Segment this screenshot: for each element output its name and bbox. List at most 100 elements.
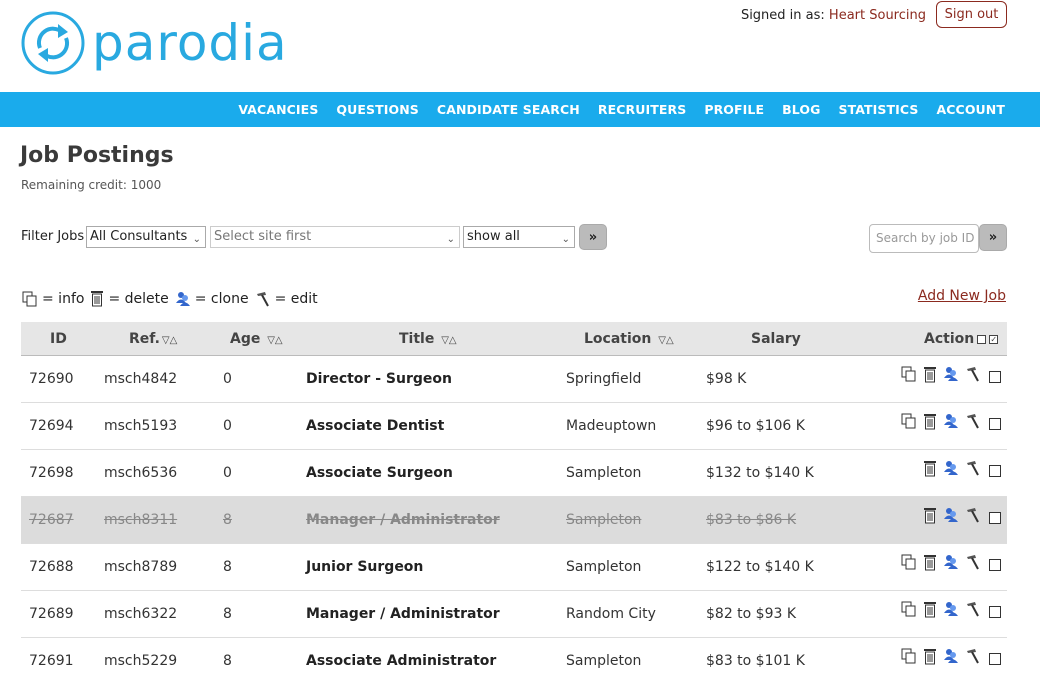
col-age-header[interactable]: Age ▽△ (230, 331, 283, 347)
job-title[interactable]: Associate Dentist (306, 418, 444, 434)
hammer-icon[interactable] (965, 460, 981, 476)
clone-icon[interactable] (943, 460, 959, 476)
hammer-icon[interactable] (965, 648, 981, 664)
job-id: 72690 (29, 371, 74, 387)
add-new-job-link[interactable]: Add New Job (918, 288, 1006, 304)
row-select-checkbox[interactable] (989, 606, 1001, 618)
row-select-checkbox[interactable] (989, 512, 1001, 524)
clone-icon[interactable] (943, 366, 959, 382)
row-select-checkbox[interactable] (989, 418, 1001, 430)
trash-icon[interactable] (923, 601, 937, 618)
job-salary: $132 to $140 K (706, 465, 814, 481)
sort-icon[interactable]: ▽△ (162, 335, 177, 346)
select-all-checkbox[interactable]: ✓ (989, 334, 999, 344)
job-id: 72689 (29, 606, 74, 622)
job-ref: msch5193 (104, 418, 178, 434)
hammer-icon[interactable] (965, 507, 981, 523)
info-icon[interactable] (901, 366, 917, 382)
col-ref-header[interactable]: Ref. ▽△ (129, 331, 177, 347)
site-select-value: Select site first (214, 229, 312, 244)
table-row: 72688 msch8789 8 Junior Surgeon Sampleto… (21, 544, 1007, 591)
info-icon[interactable] (901, 554, 917, 570)
deselect-all-checkbox[interactable] (977, 334, 987, 344)
job-title[interactable]: Junior Surgeon (306, 559, 423, 575)
row-actions (895, 459, 1001, 477)
job-ref: msch5229 (104, 653, 178, 669)
nav-recruiters[interactable]: RECRUITERS (598, 102, 686, 117)
row-select-checkbox[interactable] (989, 559, 1001, 571)
job-salary: $98 K (706, 371, 747, 387)
nav-blog[interactable]: BLOG (782, 102, 820, 117)
col-title-header[interactable]: Title ▽△ (399, 331, 457, 347)
page-title: Job Postings (20, 143, 174, 168)
job-location: Madeuptown (566, 418, 657, 434)
nav-vacancies[interactable]: VACANCIES (238, 102, 318, 117)
info-icon[interactable] (901, 601, 917, 617)
trash-icon[interactable] (923, 507, 937, 524)
main-nav: VACANCIES QUESTIONS CANDIDATE SEARCH REC… (0, 92, 1040, 127)
hammer-icon[interactable] (965, 554, 981, 570)
nav-profile[interactable]: PROFILE (704, 102, 764, 117)
table-row: 72694 msch5193 0 Associate Dentist Madeu… (21, 403, 1007, 450)
parodia-logo[interactable]: parodia (20, 10, 288, 76)
job-title[interactable]: Associate Surgeon (306, 465, 453, 481)
col-location-label: Location (584, 331, 652, 347)
job-title[interactable]: Associate Administrator (306, 653, 496, 669)
row-actions (895, 365, 1001, 383)
clone-icon[interactable] (943, 413, 959, 429)
clone-icon[interactable] (943, 648, 959, 664)
nav-statistics[interactable]: STATISTICS (838, 102, 918, 117)
job-id-search-input[interactable]: Search by job ID (869, 224, 979, 253)
hammer-icon[interactable] (965, 366, 981, 382)
signed-in-user[interactable]: Heart Sourcing (829, 8, 926, 23)
sort-icon[interactable]: ▽△ (267, 335, 282, 346)
job-age: 8 (223, 512, 232, 528)
show-select[interactable]: show all ⌄ (463, 226, 575, 248)
show-select-value: show all (467, 229, 520, 244)
sort-icon[interactable]: ▽△ (441, 335, 456, 346)
search-go-button[interactable]: » (979, 224, 1007, 251)
row-select-checkbox[interactable] (989, 653, 1001, 665)
job-title[interactable]: Manager / Administrator (306, 606, 500, 622)
col-salary-header: Salary (751, 331, 801, 347)
info-icon (22, 291, 38, 307)
info-icon[interactable] (901, 648, 917, 664)
clone-icon[interactable] (943, 507, 959, 523)
logo-icon (21, 11, 85, 75)
signed-in-info: Signed in as: Heart Sourcing (741, 8, 926, 23)
row-select-checkbox[interactable] (989, 371, 1001, 383)
nav-questions[interactable]: QUESTIONS (336, 102, 419, 117)
site-header: parodia Signed in as: Heart Sourcing Sig… (0, 0, 1040, 92)
consultants-select[interactable]: All Consultants ⌄ (86, 226, 206, 248)
col-location-header[interactable]: Location ▽△ (584, 331, 674, 347)
logo-text: parodia (92, 14, 288, 72)
clone-icon[interactable] (943, 554, 959, 570)
job-id: 72687 (29, 512, 74, 528)
job-age: 0 (223, 465, 232, 481)
trash-icon[interactable] (923, 366, 937, 383)
job-title[interactable]: Director - Surgeon (306, 371, 452, 387)
clone-icon[interactable] (943, 601, 959, 617)
job-ref: msch8789 (104, 559, 178, 575)
hammer-icon[interactable] (965, 413, 981, 429)
row-select-checkbox[interactable] (989, 465, 1001, 477)
sign-out-button[interactable]: Sign out (936, 1, 1007, 28)
info-icon[interactable] (901, 413, 917, 429)
table-row: 72687 msch8311 8 Manager / Administrator… (21, 497, 1007, 544)
trash-icon[interactable] (923, 460, 937, 477)
hammer-icon[interactable] (965, 601, 981, 617)
nav-candidate-search[interactable]: CANDIDATE SEARCH (437, 102, 580, 117)
filter-go-button[interactable]: » (579, 224, 607, 250)
trash-icon[interactable] (923, 413, 937, 430)
sort-icon[interactable]: ▽△ (658, 335, 673, 346)
trash-icon[interactable] (923, 554, 937, 571)
job-location: Sampleton (566, 512, 642, 528)
row-actions (895, 647, 1001, 665)
row-actions (895, 506, 1001, 524)
table-row: 72690 msch4842 0 Director - Surgeon Spri… (21, 356, 1007, 403)
site-select[interactable]: Select site first ⌄ (210, 226, 460, 248)
trash-icon[interactable] (923, 648, 937, 665)
job-title[interactable]: Manager / Administrator (306, 512, 500, 528)
job-salary: $122 to $140 K (706, 559, 814, 575)
nav-account[interactable]: ACCOUNT (937, 102, 1006, 117)
